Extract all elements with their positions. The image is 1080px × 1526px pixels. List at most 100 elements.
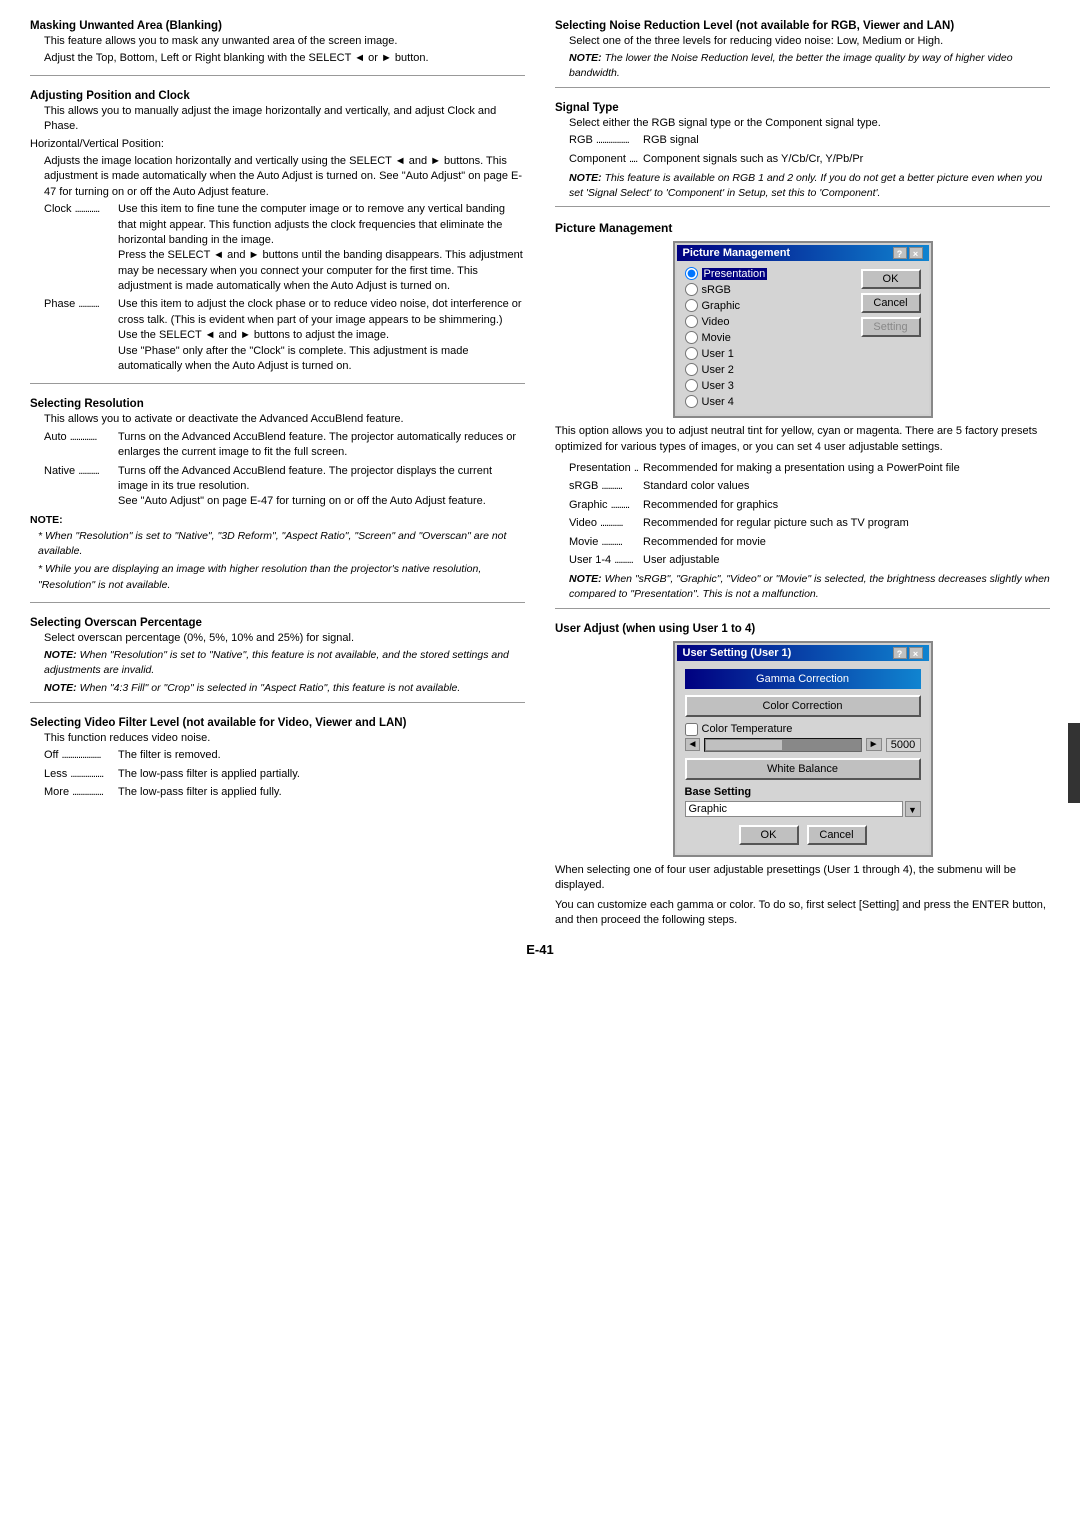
movie-label: Movie	[702, 332, 731, 344]
less-desc: The low-pass filter is applied partially…	[118, 767, 525, 782]
native-def: Native .......... Turns off the Advanced…	[30, 464, 525, 510]
pm-defs: Presentation .. Recommended for making a…	[555, 461, 1050, 568]
slider-left-arrow[interactable]: ◄	[685, 738, 701, 751]
note-list: When "Resolution" is set to "Native", "3…	[30, 529, 525, 594]
auto-desc: Turns on the Advanced AccuBlend feature.…	[118, 430, 525, 461]
color-temp-checkbox-row: Color Temperature	[685, 723, 921, 736]
user-dialog-close-btn[interactable]: ×	[909, 647, 923, 659]
setting-button[interactable]: Setting	[861, 317, 921, 337]
graphic-label: Graphic	[702, 300, 741, 312]
option-graphic[interactable]: Graphic	[685, 299, 853, 312]
right-column: Selecting Noise Reduction Level (not ava…	[555, 20, 1050, 930]
presentation-preset-term: Presentation ..	[569, 461, 639, 476]
overscan-heading: Selecting Overscan Percentage	[30, 617, 525, 629]
less-def: Less ................ The low-pass filte…	[30, 767, 525, 782]
option-movie[interactable]: Movie	[685, 331, 853, 344]
rgb-def: RGB ................ RGB signal	[555, 133, 1050, 148]
phase-desc: Use this item to adjust the clock phase …	[118, 297, 525, 374]
auto-def: Auto ............. Turns on the Advanced…	[30, 430, 525, 461]
dialog-question-btn[interactable]: ?	[893, 247, 907, 259]
user-dialog-question-btn[interactable]: ?	[893, 647, 907, 659]
color-temp-checkbox[interactable]	[685, 723, 698, 736]
user-adjust-text1: When selecting one of four user adjustab…	[555, 863, 1050, 894]
radio-srgb[interactable]	[685, 283, 698, 296]
resolution-text1: This allows you to activate or deactivat…	[30, 412, 525, 427]
user2-label: User 2	[702, 364, 734, 376]
user-adjust-section: User Adjust (when using User 1 to 4) Use…	[555, 623, 1050, 931]
less-term: Less ................	[44, 767, 114, 782]
phase-def: Phase .......... Use this item to adjust…	[30, 297, 525, 374]
dropdown-arrow-icon[interactable]: ▼	[905, 801, 921, 817]
option-user2[interactable]: User 2	[685, 363, 853, 376]
masking-text1: This feature allows you to mask any unwa…	[30, 34, 525, 49]
signal-note: NOTE: This feature is available on RGB 1…	[555, 171, 1050, 200]
noise-text: Select one of the three levels for reduc…	[555, 34, 1050, 49]
pm-note: NOTE: When "sRGB", "Graphic", "Video" or…	[555, 572, 1050, 601]
white-balance-button[interactable]: White Balance	[685, 758, 921, 780]
picture-mgmt-section: Picture Management Picture Management ? …	[555, 221, 1050, 609]
gamma-correction-button[interactable]: Gamma Correction	[685, 669, 921, 689]
color-temp-slider[interactable]	[704, 738, 861, 752]
dialog-buttons: OK Cancel Setting	[861, 267, 921, 408]
phase-term: Phase ..........	[44, 297, 114, 374]
dialog-close-btn[interactable]: ×	[909, 247, 923, 259]
radio-user2[interactable]	[685, 363, 698, 376]
user14-preset-term: User 1-4 .........	[569, 553, 639, 568]
signal-text: Select either the RGB signal type or the…	[555, 116, 1050, 131]
radio-user3[interactable]	[685, 379, 698, 392]
user-dialog-bottom-buttons: OK Cancel	[685, 825, 921, 845]
video-filter-section: Selecting Video Filter Level (not availa…	[30, 717, 525, 804]
dialog-title-text: Picture Management	[683, 247, 791, 259]
page-number: E-41	[30, 942, 1050, 957]
overscan-text: Select overscan percentage (0%, 5%, 10% …	[30, 631, 525, 646]
resolution-section: Selecting Resolution This allows you to …	[30, 398, 525, 602]
presentation-preset-desc: Recommended for making a presentation us…	[643, 461, 1050, 476]
noise-section: Selecting Noise Reduction Level (not ava…	[555, 20, 1050, 88]
movie-preset-desc: Recommended for movie	[643, 535, 1050, 550]
slider-right-arrow[interactable]: ►	[866, 738, 882, 751]
more-desc: The low-pass filter is applied fully.	[118, 785, 525, 800]
component-def: Component .... Component signals such as…	[555, 152, 1050, 167]
clock-desc: Use this item to fine tune the computer …	[118, 202, 525, 294]
more-def: More ............... The low-pass filter…	[30, 785, 525, 800]
noise-note: NOTE: The lower the Noise Reduction leve…	[555, 51, 1050, 80]
ok-button[interactable]: OK	[861, 269, 921, 289]
more-term: More ...............	[44, 785, 114, 800]
cancel-button[interactable]: Cancel	[861, 293, 921, 313]
option-user4[interactable]: User 4	[685, 395, 853, 408]
clock-def: Clock ............ Use this item to fine…	[30, 202, 525, 294]
masking-heading: Masking Unwanted Area (Blanking)	[30, 20, 525, 32]
user3-label: User 3	[702, 380, 734, 392]
user-ok-button[interactable]: OK	[739, 825, 799, 845]
video-preset-def: Video ........... Recommended for regula…	[555, 516, 1050, 531]
off-term: Off ...................	[44, 748, 114, 763]
base-setting-dropdown: Graphic ▼	[685, 801, 921, 817]
radio-movie[interactable]	[685, 331, 698, 344]
srgb-preset-def: sRGB .......... Standard color values	[555, 479, 1050, 494]
off-desc: The filter is removed.	[118, 748, 525, 763]
color-correction-button[interactable]: Color Correction	[685, 695, 921, 717]
video-filter-text: This function reduces video noise.	[30, 731, 525, 746]
radio-user4[interactable]	[685, 395, 698, 408]
option-video[interactable]: Video	[685, 315, 853, 328]
radio-video[interactable]	[685, 315, 698, 328]
user-adjust-text2: You can customize each gamma or color. T…	[555, 898, 1050, 929]
base-setting-value[interactable]: Graphic	[685, 801, 903, 817]
user-cancel-button[interactable]: Cancel	[807, 825, 867, 845]
option-srgb[interactable]: sRGB	[685, 283, 853, 296]
user4-label: User 4	[702, 396, 734, 408]
position-text1: This allows you to manually adjust the i…	[30, 104, 525, 135]
position-sub-para: Adjusts the image location horizontally …	[30, 154, 525, 200]
dialog-options: Presentation sRGB Graphic Video	[685, 267, 853, 408]
option-presentation[interactable]: Presentation	[685, 267, 853, 280]
color-temp-slider-row: ◄ ► 5000	[685, 738, 921, 752]
srgb-label: sRGB	[702, 284, 731, 296]
clock-term: Clock ............	[44, 202, 114, 294]
radio-graphic[interactable]	[685, 299, 698, 312]
option-user3[interactable]: User 3	[685, 379, 853, 392]
user1-label: User 1	[702, 348, 734, 360]
graphic-preset-desc: Recommended for graphics	[643, 498, 1050, 513]
radio-user1[interactable]	[685, 347, 698, 360]
radio-presentation[interactable]	[685, 267, 698, 280]
option-user1[interactable]: User 1	[685, 347, 853, 360]
